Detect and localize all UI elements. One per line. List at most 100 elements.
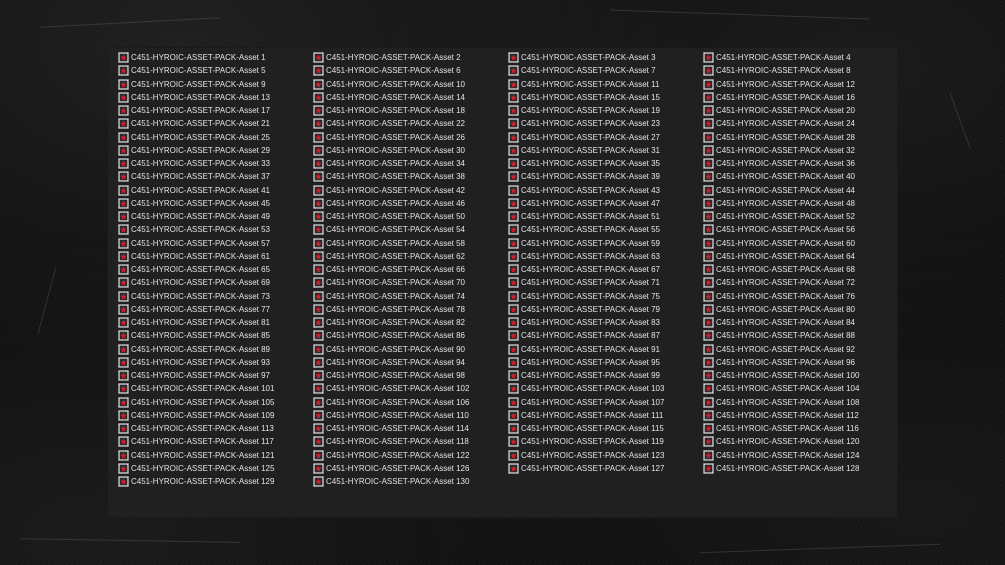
file-item[interactable]: C451-HYROIC-ASSET-PACK-Asset 111 <box>508 409 703 422</box>
file-item[interactable]: C451-HYROIC-ASSET-PACK-Asset 45 <box>118 197 313 210</box>
file-item[interactable]: C451-HYROIC-ASSET-PACK-Asset 35 <box>508 157 703 170</box>
file-item[interactable]: C451-HYROIC-ASSET-PACK-Asset 50 <box>313 210 508 223</box>
file-item[interactable]: C451-HYROIC-ASSET-PACK-Asset 101 <box>118 382 313 395</box>
file-item[interactable]: C451-HYROIC-ASSET-PACK-Asset 84 <box>703 316 898 329</box>
file-item[interactable]: C451-HYROIC-ASSET-PACK-Asset 112 <box>703 409 898 422</box>
file-item[interactable]: C451-HYROIC-ASSET-PACK-Asset 62 <box>313 250 508 263</box>
file-item[interactable]: C451-HYROIC-ASSET-PACK-Asset 11 <box>508 78 703 91</box>
file-item[interactable]: C451-HYROIC-ASSET-PACK-Asset 72 <box>703 276 898 289</box>
file-item[interactable]: C451-HYROIC-ASSET-PACK-Asset 66 <box>313 263 508 276</box>
file-item[interactable]: C451-HYROIC-ASSET-PACK-Asset 32 <box>703 144 898 157</box>
file-item[interactable]: C451-HYROIC-ASSET-PACK-Asset 91 <box>508 343 703 356</box>
file-item[interactable]: C451-HYROIC-ASSET-PACK-Asset 122 <box>313 449 508 462</box>
file-item[interactable]: C451-HYROIC-ASSET-PACK-Asset 7 <box>508 64 703 77</box>
file-item[interactable]: C451-HYROIC-ASSET-PACK-Asset 22 <box>313 117 508 130</box>
file-item[interactable]: C451-HYROIC-ASSET-PACK-Asset 82 <box>313 316 508 329</box>
file-item[interactable]: C451-HYROIC-ASSET-PACK-Asset 125 <box>118 462 313 475</box>
file-item[interactable]: C451-HYROIC-ASSET-PACK-Asset 70 <box>313 276 508 289</box>
file-item[interactable]: C451-HYROIC-ASSET-PACK-Asset 86 <box>313 329 508 342</box>
file-item[interactable]: C451-HYROIC-ASSET-PACK-Asset 24 <box>703 117 898 130</box>
file-item[interactable]: C451-HYROIC-ASSET-PACK-Asset 75 <box>508 290 703 303</box>
file-item[interactable]: C451-HYROIC-ASSET-PACK-Asset 118 <box>313 435 508 448</box>
file-item[interactable]: C451-HYROIC-ASSET-PACK-Asset 64 <box>703 250 898 263</box>
file-item[interactable]: C451-HYROIC-ASSET-PACK-Asset 76 <box>703 290 898 303</box>
file-item[interactable]: C451-HYROIC-ASSET-PACK-Asset 48 <box>703 197 898 210</box>
file-item[interactable]: C451-HYROIC-ASSET-PACK-Asset 53 <box>118 223 313 236</box>
file-item[interactable]: C451-HYROIC-ASSET-PACK-Asset 100 <box>703 369 898 382</box>
file-item[interactable]: C451-HYROIC-ASSET-PACK-Asset 63 <box>508 250 703 263</box>
file-item[interactable]: C451-HYROIC-ASSET-PACK-Asset 106 <box>313 396 508 409</box>
file-item[interactable]: C451-HYROIC-ASSET-PACK-Asset 88 <box>703 329 898 342</box>
file-item[interactable]: C451-HYROIC-ASSET-PACK-Asset 60 <box>703 237 898 250</box>
file-item[interactable]: C451-HYROIC-ASSET-PACK-Asset 25 <box>118 131 313 144</box>
file-item[interactable]: C451-HYROIC-ASSET-PACK-Asset 95 <box>508 356 703 369</box>
file-item[interactable]: C451-HYROIC-ASSET-PACK-Asset 117 <box>118 435 313 448</box>
file-item[interactable]: C451-HYROIC-ASSET-PACK-Asset 20 <box>703 104 898 117</box>
file-item[interactable]: C451-HYROIC-ASSET-PACK-Asset 104 <box>703 382 898 395</box>
file-item[interactable]: C451-HYROIC-ASSET-PACK-Asset 59 <box>508 237 703 250</box>
file-item[interactable]: C451-HYROIC-ASSET-PACK-Asset 124 <box>703 449 898 462</box>
file-item[interactable]: C451-HYROIC-ASSET-PACK-Asset 73 <box>118 290 313 303</box>
file-item[interactable]: C451-HYROIC-ASSET-PACK-Asset 18 <box>313 104 508 117</box>
file-item[interactable]: C451-HYROIC-ASSET-PACK-Asset 93 <box>118 356 313 369</box>
file-item[interactable]: C451-HYROIC-ASSET-PACK-Asset 21 <box>118 117 313 130</box>
file-item[interactable]: C451-HYROIC-ASSET-PACK-Asset 114 <box>313 422 508 435</box>
file-item[interactable]: C451-HYROIC-ASSET-PACK-Asset 90 <box>313 343 508 356</box>
file-item[interactable]: C451-HYROIC-ASSET-PACK-Asset 99 <box>508 369 703 382</box>
file-item[interactable]: C451-HYROIC-ASSET-PACK-Asset 34 <box>313 157 508 170</box>
file-item[interactable]: C451-HYROIC-ASSET-PACK-Asset 15 <box>508 91 703 104</box>
file-item[interactable]: C451-HYROIC-ASSET-PACK-Asset 96 <box>703 356 898 369</box>
file-item[interactable]: C451-HYROIC-ASSET-PACK-Asset 85 <box>118 329 313 342</box>
file-item[interactable]: C451-HYROIC-ASSET-PACK-Asset 10 <box>313 78 508 91</box>
file-item[interactable]: C451-HYROIC-ASSET-PACK-Asset 42 <box>313 184 508 197</box>
file-item[interactable]: C451-HYROIC-ASSET-PACK-Asset 31 <box>508 144 703 157</box>
file-item[interactable]: C451-HYROIC-ASSET-PACK-Asset 41 <box>118 184 313 197</box>
file-item[interactable]: C451-HYROIC-ASSET-PACK-Asset 94 <box>313 356 508 369</box>
file-item[interactable]: C451-HYROIC-ASSET-PACK-Asset 54 <box>313 223 508 236</box>
file-item[interactable]: C451-HYROIC-ASSET-PACK-Asset 67 <box>508 263 703 276</box>
file-item[interactable]: C451-HYROIC-ASSET-PACK-Asset 36 <box>703 157 898 170</box>
file-item[interactable]: C451-HYROIC-ASSET-PACK-Asset 120 <box>703 435 898 448</box>
file-item[interactable]: C451-HYROIC-ASSET-PACK-Asset 3 <box>508 51 703 64</box>
file-item[interactable]: C451-HYROIC-ASSET-PACK-Asset 121 <box>118 449 313 462</box>
file-item[interactable]: C451-HYROIC-ASSET-PACK-Asset 61 <box>118 250 313 263</box>
file-item[interactable]: C451-HYROIC-ASSET-PACK-Asset 81 <box>118 316 313 329</box>
file-item[interactable]: C451-HYROIC-ASSET-PACK-Asset 6 <box>313 64 508 77</box>
file-item[interactable]: C451-HYROIC-ASSET-PACK-Asset 127 <box>508 462 703 475</box>
file-item[interactable]: C451-HYROIC-ASSET-PACK-Asset 5 <box>118 64 313 77</box>
file-item[interactable]: C451-HYROIC-ASSET-PACK-Asset 37 <box>118 170 313 183</box>
file-item[interactable]: C451-HYROIC-ASSET-PACK-Asset 130 <box>313 475 508 488</box>
file-item[interactable]: C451-HYROIC-ASSET-PACK-Asset 39 <box>508 170 703 183</box>
file-item[interactable]: C451-HYROIC-ASSET-PACK-Asset 16 <box>703 91 898 104</box>
file-item[interactable]: C451-HYROIC-ASSET-PACK-Asset 46 <box>313 197 508 210</box>
file-item[interactable]: C451-HYROIC-ASSET-PACK-Asset 44 <box>703 184 898 197</box>
file-item[interactable]: C451-HYROIC-ASSET-PACK-Asset 79 <box>508 303 703 316</box>
file-item[interactable]: C451-HYROIC-ASSET-PACK-Asset 68 <box>703 263 898 276</box>
file-item[interactable]: C451-HYROIC-ASSET-PACK-Asset 27 <box>508 131 703 144</box>
file-item[interactable]: C451-HYROIC-ASSET-PACK-Asset 107 <box>508 396 703 409</box>
file-item[interactable]: C451-HYROIC-ASSET-PACK-Asset 129 <box>118 475 313 488</box>
file-item[interactable]: C451-HYROIC-ASSET-PACK-Asset 92 <box>703 343 898 356</box>
file-item[interactable]: C451-HYROIC-ASSET-PACK-Asset 74 <box>313 290 508 303</box>
file-item[interactable]: C451-HYROIC-ASSET-PACK-Asset 29 <box>118 144 313 157</box>
file-item[interactable]: C451-HYROIC-ASSET-PACK-Asset 40 <box>703 170 898 183</box>
file-item[interactable]: C451-HYROIC-ASSET-PACK-Asset 105 <box>118 396 313 409</box>
file-item[interactable]: C451-HYROIC-ASSET-PACK-Asset 55 <box>508 223 703 236</box>
file-item[interactable]: C451-HYROIC-ASSET-PACK-Asset 102 <box>313 382 508 395</box>
file-item[interactable]: C451-HYROIC-ASSET-PACK-Asset 97 <box>118 369 313 382</box>
file-item[interactable]: C451-HYROIC-ASSET-PACK-Asset 69 <box>118 276 313 289</box>
file-item[interactable]: C451-HYROIC-ASSET-PACK-Asset 128 <box>703 462 898 475</box>
file-item[interactable]: C451-HYROIC-ASSET-PACK-Asset 14 <box>313 91 508 104</box>
file-item[interactable]: C451-HYROIC-ASSET-PACK-Asset 1 <box>118 51 313 64</box>
file-item[interactable]: C451-HYROIC-ASSET-PACK-Asset 28 <box>703 131 898 144</box>
file-item[interactable]: C451-HYROIC-ASSET-PACK-Asset 4 <box>703 51 898 64</box>
file-item[interactable]: C451-HYROIC-ASSET-PACK-Asset 47 <box>508 197 703 210</box>
file-item[interactable]: C451-HYROIC-ASSET-PACK-Asset 8 <box>703 64 898 77</box>
file-item[interactable]: C451-HYROIC-ASSET-PACK-Asset 80 <box>703 303 898 316</box>
file-item[interactable]: C451-HYROIC-ASSET-PACK-Asset 116 <box>703 422 898 435</box>
file-item[interactable]: C451-HYROIC-ASSET-PACK-Asset 78 <box>313 303 508 316</box>
file-item[interactable]: C451-HYROIC-ASSET-PACK-Asset 19 <box>508 104 703 117</box>
file-item[interactable]: C451-HYROIC-ASSET-PACK-Asset 110 <box>313 409 508 422</box>
file-item[interactable]: C451-HYROIC-ASSET-PACK-Asset 83 <box>508 316 703 329</box>
file-item[interactable]: C451-HYROIC-ASSET-PACK-Asset 33 <box>118 157 313 170</box>
